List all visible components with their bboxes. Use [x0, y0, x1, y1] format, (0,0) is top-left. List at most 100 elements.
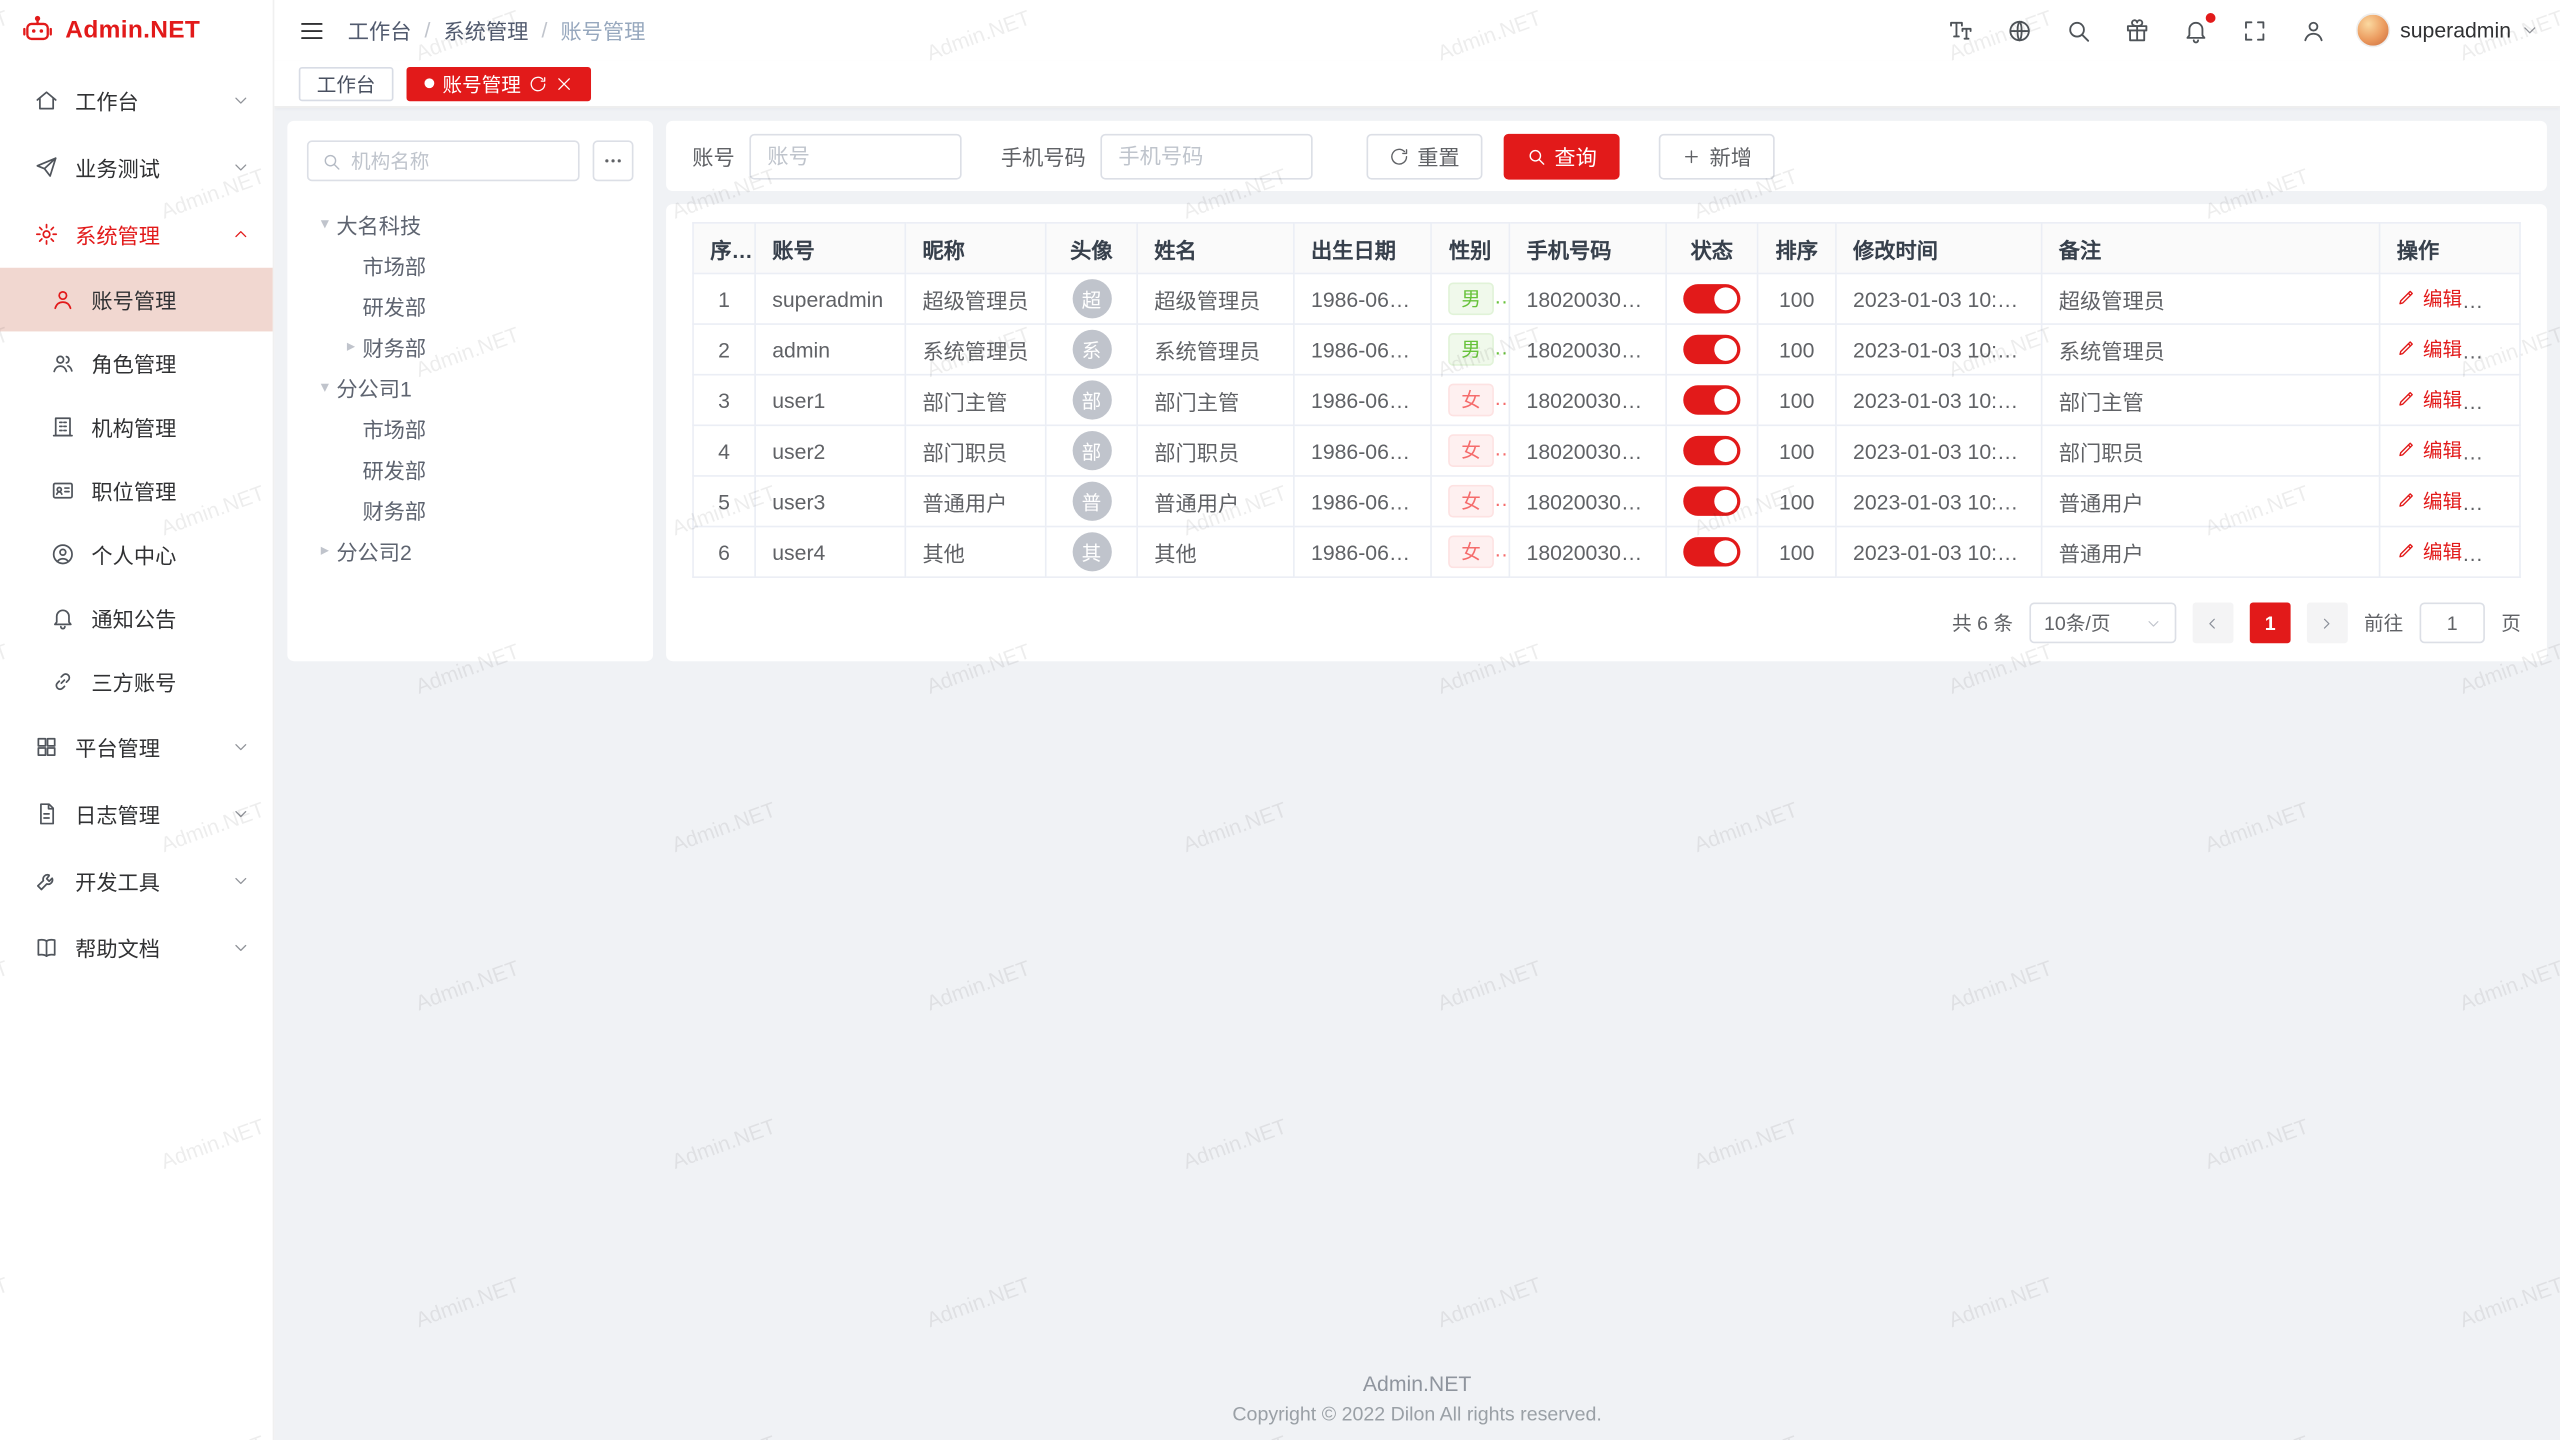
status-toggle[interactable] [1683, 284, 1740, 313]
row-more-button[interactable] [2482, 544, 2505, 567]
bell-icon [51, 606, 75, 630]
status-toggle[interactable] [1683, 335, 1740, 364]
reset-button[interactable]: 重置 [1367, 133, 1483, 179]
header-actions [1948, 17, 2327, 43]
status-toggle[interactable] [1683, 487, 1740, 516]
cell-nickname: 部门主管 [905, 375, 1045, 426]
sidebar-item[interactable]: 系统管理 [0, 201, 273, 268]
sidebar-subitem[interactable]: 通知公告 [0, 586, 273, 650]
tab[interactable]: 工作台 [299, 66, 394, 100]
notifications-icon[interactable] [2183, 17, 2209, 43]
column-header: 出生日期 [1294, 223, 1431, 274]
cell-gender: 女 [1431, 375, 1509, 426]
sidebar-item[interactable]: 业务测试 [0, 134, 273, 201]
sidebar-subitem[interactable]: 个人中心 [0, 522, 273, 586]
chevron-down-icon [232, 939, 250, 957]
next-page-button[interactable] [2307, 602, 2348, 643]
row-more-button[interactable] [2482, 291, 2505, 314]
cell-name: 部门主管 [1137, 375, 1294, 426]
breadcrumb-item[interactable]: 系统管理 [443, 15, 528, 46]
sidebar-subitem[interactable]: 职位管理 [0, 459, 273, 523]
cell-birth: 1986-06-28 [1294, 425, 1431, 476]
cell-order: 100 [1758, 375, 1836, 426]
tree-more-button[interactable] [593, 140, 634, 181]
tree-node-label: 市场部 [362, 250, 426, 281]
sidebar-subitem[interactable]: 三方账号 [0, 650, 273, 714]
sidebar-item[interactable]: 帮助文档 [0, 914, 273, 981]
current-page-button[interactable]: 1 [2250, 602, 2291, 643]
status-toggle[interactable] [1683, 537, 1740, 566]
tab-close-icon[interactable] [555, 74, 573, 92]
edit-button[interactable]: 编辑 [2397, 284, 2462, 312]
cell-birth: 1986-06-28 [1294, 476, 1431, 527]
profile-icon[interactable] [2301, 17, 2327, 43]
font-size-icon[interactable] [1948, 17, 1974, 43]
tree-node[interactable]: ▸ 财务部 [287, 327, 653, 368]
sidebar-item[interactable]: 开发工具 [0, 847, 273, 914]
row-more-button[interactable] [2482, 341, 2505, 364]
tree-node-label: 财务部 [362, 331, 426, 362]
gender-tag: 男 [1448, 333, 1494, 366]
cell-order: 100 [1758, 527, 1836, 578]
sidebar-item[interactable]: 工作台 [0, 67, 273, 134]
fullscreen-icon[interactable] [2242, 17, 2268, 43]
caret-right-icon[interactable]: ▸ [340, 338, 363, 356]
sidebar-subitem[interactable]: 机构管理 [0, 395, 273, 459]
goto-page-input[interactable] [2420, 602, 2485, 643]
tab-active[interactable]: 账号管理 [407, 66, 592, 100]
edit-button[interactable]: 编辑 [2397, 436, 2462, 464]
sidebar-item[interactable]: 平台管理 [0, 713, 273, 780]
table-row: 4user2部门职员部部门职员1986-06-28女18020030720100… [693, 425, 2520, 476]
cell-name: 超级管理员 [1137, 273, 1294, 324]
row-more-button[interactable] [2482, 442, 2505, 465]
tab-dot-icon [425, 78, 435, 88]
user-menu[interactable]: superadmin [2356, 13, 2539, 47]
cell-order: 100 [1758, 273, 1836, 324]
edit-button[interactable]: 编辑 [2397, 385, 2462, 413]
tree-node[interactable]: ▾ 分公司1 [287, 367, 653, 408]
account-input[interactable] [749, 133, 961, 179]
tree-node[interactable]: 市场部 [287, 408, 653, 449]
caret-down-icon[interactable]: ▾ [313, 216, 336, 234]
status-toggle[interactable] [1683, 385, 1740, 414]
search-icon[interactable] [2065, 17, 2091, 43]
sidebar-subitem[interactable]: 账号管理 [0, 268, 273, 332]
row-more-button[interactable] [2482, 493, 2505, 516]
column-header: 排序 [1758, 223, 1836, 274]
tab-refresh-icon[interactable] [529, 74, 547, 92]
edit-button[interactable]: 编辑 [2397, 486, 2462, 514]
tree-node[interactable]: 研发部 [287, 286, 653, 327]
sidebar-subitem[interactable]: 角色管理 [0, 331, 273, 395]
column-header: 备注 [2042, 223, 2380, 274]
theme-icon[interactable] [2124, 17, 2150, 43]
tree-node[interactable]: ▾ 大名科技 [287, 204, 653, 245]
edit-button[interactable]: 编辑 [2397, 537, 2462, 565]
sidebar-item[interactable]: 日志管理 [0, 780, 273, 847]
edit-button[interactable]: 编辑 [2397, 335, 2462, 363]
cell-modified: 2023-01-03 10:59:44 [1836, 425, 2042, 476]
cell-no: 1 [693, 273, 755, 324]
tree-node[interactable]: 市场部 [287, 245, 653, 286]
row-more-button[interactable] [2482, 392, 2505, 415]
language-icon[interactable] [2007, 17, 2033, 43]
menu-collapse-icon[interactable] [299, 17, 325, 43]
prev-page-button[interactable] [2193, 602, 2234, 643]
caret-down-icon[interactable]: ▾ [313, 379, 336, 397]
tree-node[interactable]: 研发部 [287, 449, 653, 490]
caret-right-icon[interactable]: ▸ [313, 542, 336, 560]
tree-node[interactable]: ▸ 分公司2 [287, 531, 653, 572]
page-size-select[interactable]: 10条/页 [2029, 602, 2176, 643]
pencil-icon [2397, 288, 2417, 308]
tree-node[interactable]: 财务部 [287, 490, 653, 531]
phone-input[interactable] [1100, 133, 1312, 179]
status-toggle[interactable] [1683, 436, 1740, 465]
row-avatar: 部 [1072, 380, 1111, 419]
add-button[interactable]: 新增 [1659, 133, 1775, 179]
column-header: 性别 [1431, 223, 1509, 274]
org-search-input[interactable] [351, 149, 565, 172]
tab-label: 账号管理 [442, 69, 520, 97]
breadcrumb-item[interactable]: 工作台 [348, 15, 412, 46]
search-button[interactable]: 查询 [1504, 133, 1620, 179]
phone-label: 手机号码 [1001, 140, 1086, 171]
cell-status [1666, 476, 1757, 527]
